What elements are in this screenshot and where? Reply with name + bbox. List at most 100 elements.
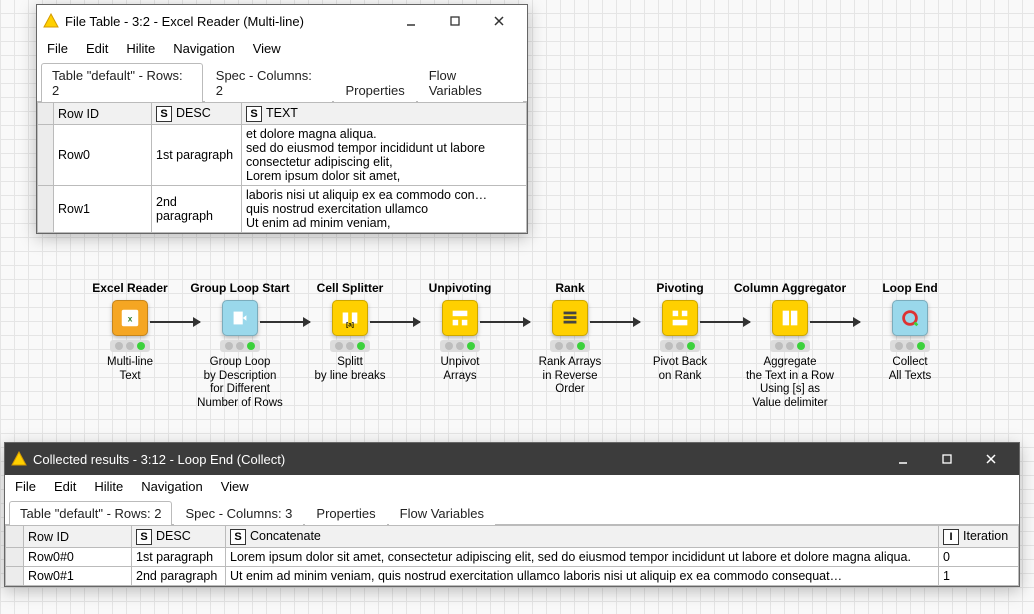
tab-flow-variables[interactable]: Flow Variables xyxy=(418,63,523,102)
node-caption: Pivot Back on Rank xyxy=(625,356,735,384)
node-body[interactable] xyxy=(662,300,698,336)
node-excel-reader[interactable]: Excel Reader x Multi-line Text xyxy=(75,282,185,383)
tab-properties[interactable]: Properties xyxy=(305,501,386,525)
tab-table[interactable]: Table "default" - Rows: 2 xyxy=(9,501,172,525)
status-dots xyxy=(550,340,590,352)
minimize-button[interactable] xyxy=(389,5,433,37)
col-rowid[interactable]: Row ID xyxy=(54,103,152,125)
cell-text[interactable]: et dolore magna aliqua. sed do eiusmod t… xyxy=(242,125,527,186)
node-title: Pivoting xyxy=(625,282,735,296)
node-caption: Aggregate the Text in a Row Using [s] as… xyxy=(730,356,850,411)
col-desc[interactable]: S DESC xyxy=(152,103,242,125)
close-button[interactable] xyxy=(969,443,1013,475)
menu-hilite[interactable]: Hilite xyxy=(126,41,155,56)
cell-rowid[interactable]: Row1 xyxy=(54,186,152,233)
row-handle[interactable] xyxy=(6,567,24,586)
node-body[interactable]: x xyxy=(112,300,148,336)
table-row[interactable]: Row0#1 2nd paragraph Ut enim ad minim ve… xyxy=(6,567,1019,586)
cell-rowid[interactable]: Row0#1 xyxy=(24,567,132,586)
node-title: Rank xyxy=(515,282,625,296)
tab-spec[interactable]: Spec - Columns: 3 xyxy=(174,501,303,525)
cell-desc[interactable]: 1st paragraph xyxy=(132,548,226,567)
node-cell-splitter[interactable]: Cell Splitter [a] Splitt by line breaks xyxy=(295,282,405,383)
close-button[interactable] xyxy=(477,5,521,37)
row-handle[interactable] xyxy=(6,548,24,567)
node-title: Unpivoting xyxy=(405,282,515,296)
cell-iter[interactable]: 1 xyxy=(939,567,1019,586)
cell-desc[interactable]: 2nd paragraph xyxy=(152,186,242,233)
menu-hilite[interactable]: Hilite xyxy=(94,479,123,494)
menu-view[interactable]: View xyxy=(221,479,249,494)
status-dots xyxy=(890,340,930,352)
menu-navigation[interactable]: Navigation xyxy=(173,41,234,56)
tab-properties[interactable]: Properties xyxy=(334,78,415,102)
node-title: Cell Splitter xyxy=(295,282,405,296)
node-title: Column Aggregator xyxy=(730,282,850,296)
node-body[interactable] xyxy=(442,300,478,336)
tab-spec[interactable]: Spec - Columns: 2 xyxy=(205,63,333,102)
cell-rowid[interactable]: Row0#0 xyxy=(24,548,132,567)
node-body[interactable]: [a] xyxy=(332,300,368,336)
node-body[interactable] xyxy=(222,300,258,336)
node-caption: Multi-line Text xyxy=(75,356,185,384)
corner-cell xyxy=(6,526,24,548)
menu-file[interactable]: File xyxy=(15,479,36,494)
maximize-button[interactable] xyxy=(433,5,477,37)
data-table[interactable]: Row ID S DESC STEXT Row0 1st paragraph et… xyxy=(37,102,527,233)
data-table[interactable]: Row ID SDESC SConcatenate IIteration Row… xyxy=(5,525,1019,586)
cell-iter[interactable]: 0 xyxy=(939,548,1019,567)
cell-concat[interactable]: Ut enim ad minim veniam, quis nostrud ex… xyxy=(226,567,939,586)
node-body[interactable] xyxy=(892,300,928,336)
rank-icon xyxy=(559,307,581,329)
titlebar[interactable]: Collected results - 3:12 - Loop End (Col… xyxy=(5,443,1019,475)
cell-text[interactable]: laboris nisi ut aliquip ex ea commodo co… xyxy=(242,186,527,233)
string-type-icon: S xyxy=(156,106,172,122)
file-table-window: File Table - 3:2 - Excel Reader (Multi-l… xyxy=(36,4,528,234)
node-pivoting[interactable]: Pivoting Pivot Back on Rank xyxy=(625,282,735,383)
node-body[interactable] xyxy=(552,300,588,336)
maximize-button[interactable] xyxy=(925,443,969,475)
col-desc-label: DESC xyxy=(156,529,191,543)
table-row[interactable]: Row0 1st paragraph et dolore magna aliqu… xyxy=(38,125,527,186)
col-rowid[interactable]: Row ID xyxy=(24,526,132,548)
cell-desc[interactable]: 2nd paragraph xyxy=(132,567,226,586)
cell-rowid[interactable]: Row0 xyxy=(54,125,152,186)
svg-text:[a]: [a] xyxy=(346,321,354,328)
col-desc[interactable]: SDESC xyxy=(132,526,226,548)
cell-concat[interactable]: Lorem ipsum dolor sit amet, consectetur … xyxy=(226,548,939,567)
row-handle[interactable] xyxy=(38,186,54,233)
knime-app-icon xyxy=(43,13,59,29)
loop-open-icon xyxy=(229,307,251,329)
node-body[interactable] xyxy=(772,300,808,336)
col-text-label: TEXT xyxy=(266,106,298,120)
split-icon: [a] xyxy=(339,307,361,329)
cell-desc[interactable]: 1st paragraph xyxy=(152,125,242,186)
minimize-button[interactable] xyxy=(881,443,925,475)
row-handle[interactable] xyxy=(38,125,54,186)
menu-edit[interactable]: Edit xyxy=(86,41,108,56)
menubar: File Edit Hilite Navigation View xyxy=(5,475,1019,500)
status-dots xyxy=(330,340,370,352)
titlebar[interactable]: File Table - 3:2 - Excel Reader (Multi-l… xyxy=(37,5,527,37)
node-group-loop-start[interactable]: Group Loop Start Group Loop by Descripti… xyxy=(185,282,295,411)
svg-text:x: x xyxy=(128,314,133,323)
table-row[interactable]: Row0#0 1st paragraph Lorem ipsum dolor s… xyxy=(6,548,1019,567)
tab-table[interactable]: Table "default" - Rows: 2 xyxy=(41,63,203,102)
col-desc-label: DESC xyxy=(176,106,211,120)
node-column-aggregator[interactable]: Column Aggregator Aggregate the Text in … xyxy=(730,282,850,411)
col-iteration[interactable]: IIteration xyxy=(939,526,1019,548)
status-dots xyxy=(220,340,260,352)
col-concat[interactable]: SConcatenate xyxy=(226,526,939,548)
menu-navigation[interactable]: Navigation xyxy=(141,479,202,494)
menu-file[interactable]: File xyxy=(47,41,68,56)
menu-edit[interactable]: Edit xyxy=(54,479,76,494)
node-loop-end[interactable]: Loop End Collect All Texts xyxy=(855,282,965,383)
table-row[interactable]: Row1 2nd paragraph laboris nisi ut aliqu… xyxy=(38,186,527,233)
tab-flow-variables[interactable]: Flow Variables xyxy=(389,501,495,525)
tabbar: Table "default" - Rows: 2 Spec - Columns… xyxy=(37,62,527,102)
node-rank[interactable]: Rank Rank Arrays in Reverse Order xyxy=(515,282,625,397)
menu-view[interactable]: View xyxy=(253,41,281,56)
col-text[interactable]: STEXT xyxy=(242,103,527,125)
node-unpivoting[interactable]: Unpivoting Unpivot Arrays xyxy=(405,282,515,383)
menubar: File Edit Hilite Navigation View xyxy=(37,37,527,62)
